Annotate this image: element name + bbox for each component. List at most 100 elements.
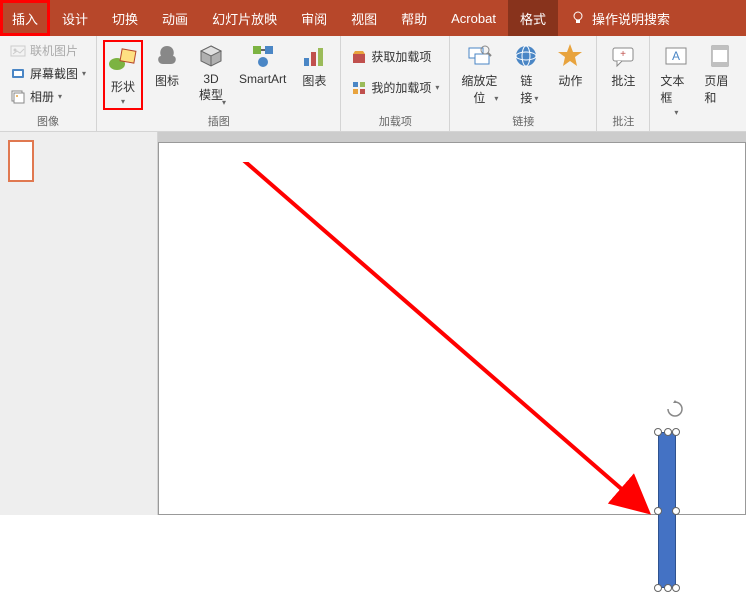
svg-text:A: A <box>672 49 680 63</box>
online-pictures-label: 联机图片 <box>30 42 78 59</box>
group-illustrations-label: 插图 <box>103 111 334 131</box>
tab-slideshow[interactable]: 幻灯片放映 <box>200 0 289 36</box>
chevron-down-icon: ▾ <box>534 94 538 103</box>
icons-label-1: 图标 <box>155 72 179 89</box>
header-label: 页眉和 <box>704 72 736 106</box>
chevron-down-icon: ▾ <box>58 92 62 101</box>
link-label-1: 链 <box>520 72 532 89</box>
rotate-handle-icon[interactable] <box>666 400 684 418</box>
link-button[interactable]: 链 接 ▾ <box>506 40 546 105</box>
group-comments: + 批注 批注 <box>597 36 650 131</box>
slide-thumbnails-pane[interactable] <box>0 132 158 515</box>
search-label: 操作说明搜索 <box>592 9 670 28</box>
group-images-label: 图像 <box>6 111 90 131</box>
album-icon <box>10 89 26 105</box>
tab-view[interactable]: 视图 <box>339 0 389 36</box>
smartart-button[interactable]: SmartArt <box>235 40 290 88</box>
comment-icon: + <box>609 42 637 70</box>
tab-acrobat[interactable]: Acrobat <box>439 0 508 36</box>
zoom-button[interactable]: 缩放定 位 ▾ <box>456 40 502 105</box>
selection-handle[interactable] <box>654 507 662 515</box>
workspace <box>0 132 746 515</box>
shapes-button[interactable]: 形状 ▾ <box>103 40 143 110</box>
group-images: 联机图片 屏幕截图 ▾ 相册 ▾ 图像 <box>0 36 97 131</box>
selection-handle[interactable] <box>672 584 680 592</box>
icons-label-2 <box>155 89 179 103</box>
screenshot-label: 屏幕截图 <box>30 65 78 82</box>
zoom-label-1: 缩放定 <box>461 72 497 89</box>
header-icon <box>706 42 734 70</box>
bulb-icon <box>570 10 586 26</box>
cube-icon <box>197 42 225 70</box>
selected-shape-rectangle[interactable] <box>658 432 676 588</box>
tab-design[interactable]: 设计 <box>50 0 100 36</box>
3d-label-1: 3D <box>199 72 223 86</box>
chevron-down-icon: ▾ <box>435 83 439 92</box>
textbox-button[interactable]: A 文本框 ▾ <box>656 40 696 119</box>
ribbon-tabs: 插入 设计 切换 动画 幻灯片放映 审阅 视图 帮助 Acrobat 格式 操作… <box>0 0 746 36</box>
chart-label: 图表 <box>302 72 326 89</box>
get-addins-button[interactable]: 获取加载项 <box>347 46 443 67</box>
tab-format[interactable]: 格式 <box>508 0 558 36</box>
chevron-down-icon: ▾ <box>82 69 86 78</box>
slide-thumbnail-1[interactable] <box>8 140 34 182</box>
textbox-label: 文本框 <box>660 72 692 106</box>
comment-label: 批注 <box>611 72 635 89</box>
comment-button[interactable]: + 批注 <box>603 40 643 91</box>
tab-transition[interactable]: 切换 <box>100 0 150 36</box>
icons-icon <box>153 42 181 70</box>
screenshot-icon <box>10 66 26 82</box>
link-icon <box>512 42 540 70</box>
selection-handle[interactable] <box>672 507 680 515</box>
group-links-label: 链接 <box>456 111 590 131</box>
svg-text:+: + <box>621 49 627 60</box>
get-addins-label: 获取加载项 <box>371 48 431 65</box>
chevron-down-icon: ▾ <box>494 94 498 103</box>
selection-handle[interactable] <box>654 584 662 592</box>
shapes-icon <box>107 44 139 76</box>
my-addins-button[interactable]: 我的加载项 ▾ <box>347 77 443 98</box>
online-pictures-button[interactable]: 联机图片 <box>6 40 90 61</box>
group-text: A 文本框 ▾ 页眉和 <box>650 36 746 131</box>
shape-rectangle[interactable] <box>658 432 676 588</box>
slide-canvas[interactable] <box>158 132 746 515</box>
album-label: 相册 <box>30 88 54 105</box>
album-button[interactable]: 相册 ▾ <box>6 86 90 107</box>
action-button[interactable]: 动作 <box>550 40 590 91</box>
chevron-down-icon: ▾ <box>674 108 678 117</box>
chart-button[interactable]: 图表 <box>294 40 334 91</box>
selection-handle[interactable] <box>664 584 672 592</box>
smartart-icon <box>249 42 277 70</box>
icons-button[interactable]: 图标 <box>147 40 187 105</box>
chevron-down-icon: ▾ <box>222 98 226 107</box>
selection-handle[interactable] <box>654 428 662 436</box>
addins-icon <box>351 80 367 96</box>
tab-animation[interactable]: 动画 <box>150 0 200 36</box>
screenshot-button[interactable]: 屏幕截图 ▾ <box>6 63 90 84</box>
chevron-down-icon: ▾ <box>121 97 125 106</box>
smartart-label: SmartArt <box>239 72 286 86</box>
tell-me-search[interactable]: 操作说明搜索 <box>570 0 670 36</box>
3d-label-2: 模型 <box>199 86 223 103</box>
shapes-label: 形状 <box>111 78 135 95</box>
header-footer-button[interactable]: 页眉和 <box>700 40 740 108</box>
tab-help[interactable]: 帮助 <box>389 0 439 36</box>
group-addins-label: 加载项 <box>347 111 443 131</box>
group-comments-label: 批注 <box>603 111 643 131</box>
online-pictures-icon <box>10 43 26 59</box>
zoom-icon <box>465 42 493 70</box>
3d-models-button[interactable]: 3D 模型 ▾ <box>191 40 231 105</box>
action-label: 动作 <box>558 72 582 89</box>
group-addins: 获取加载项 我的加载项 ▾ 加载项 <box>341 36 450 131</box>
store-icon <box>351 49 367 65</box>
selection-handle[interactable] <box>664 428 672 436</box>
group-illustrations: 形状 ▾ 图标 3D 模型 ▾ SmartArt <box>97 36 341 131</box>
link-label-2: 接 <box>520 89 532 106</box>
tab-review[interactable]: 审阅 <box>289 0 339 36</box>
action-icon <box>556 42 584 70</box>
zoom-label-2: 位 <box>461 89 497 106</box>
tab-insert[interactable]: 插入 <box>0 0 50 36</box>
my-addins-label: 我的加载项 <box>371 79 431 96</box>
selection-handle[interactable] <box>672 428 680 436</box>
textbox-icon: A <box>662 42 690 70</box>
